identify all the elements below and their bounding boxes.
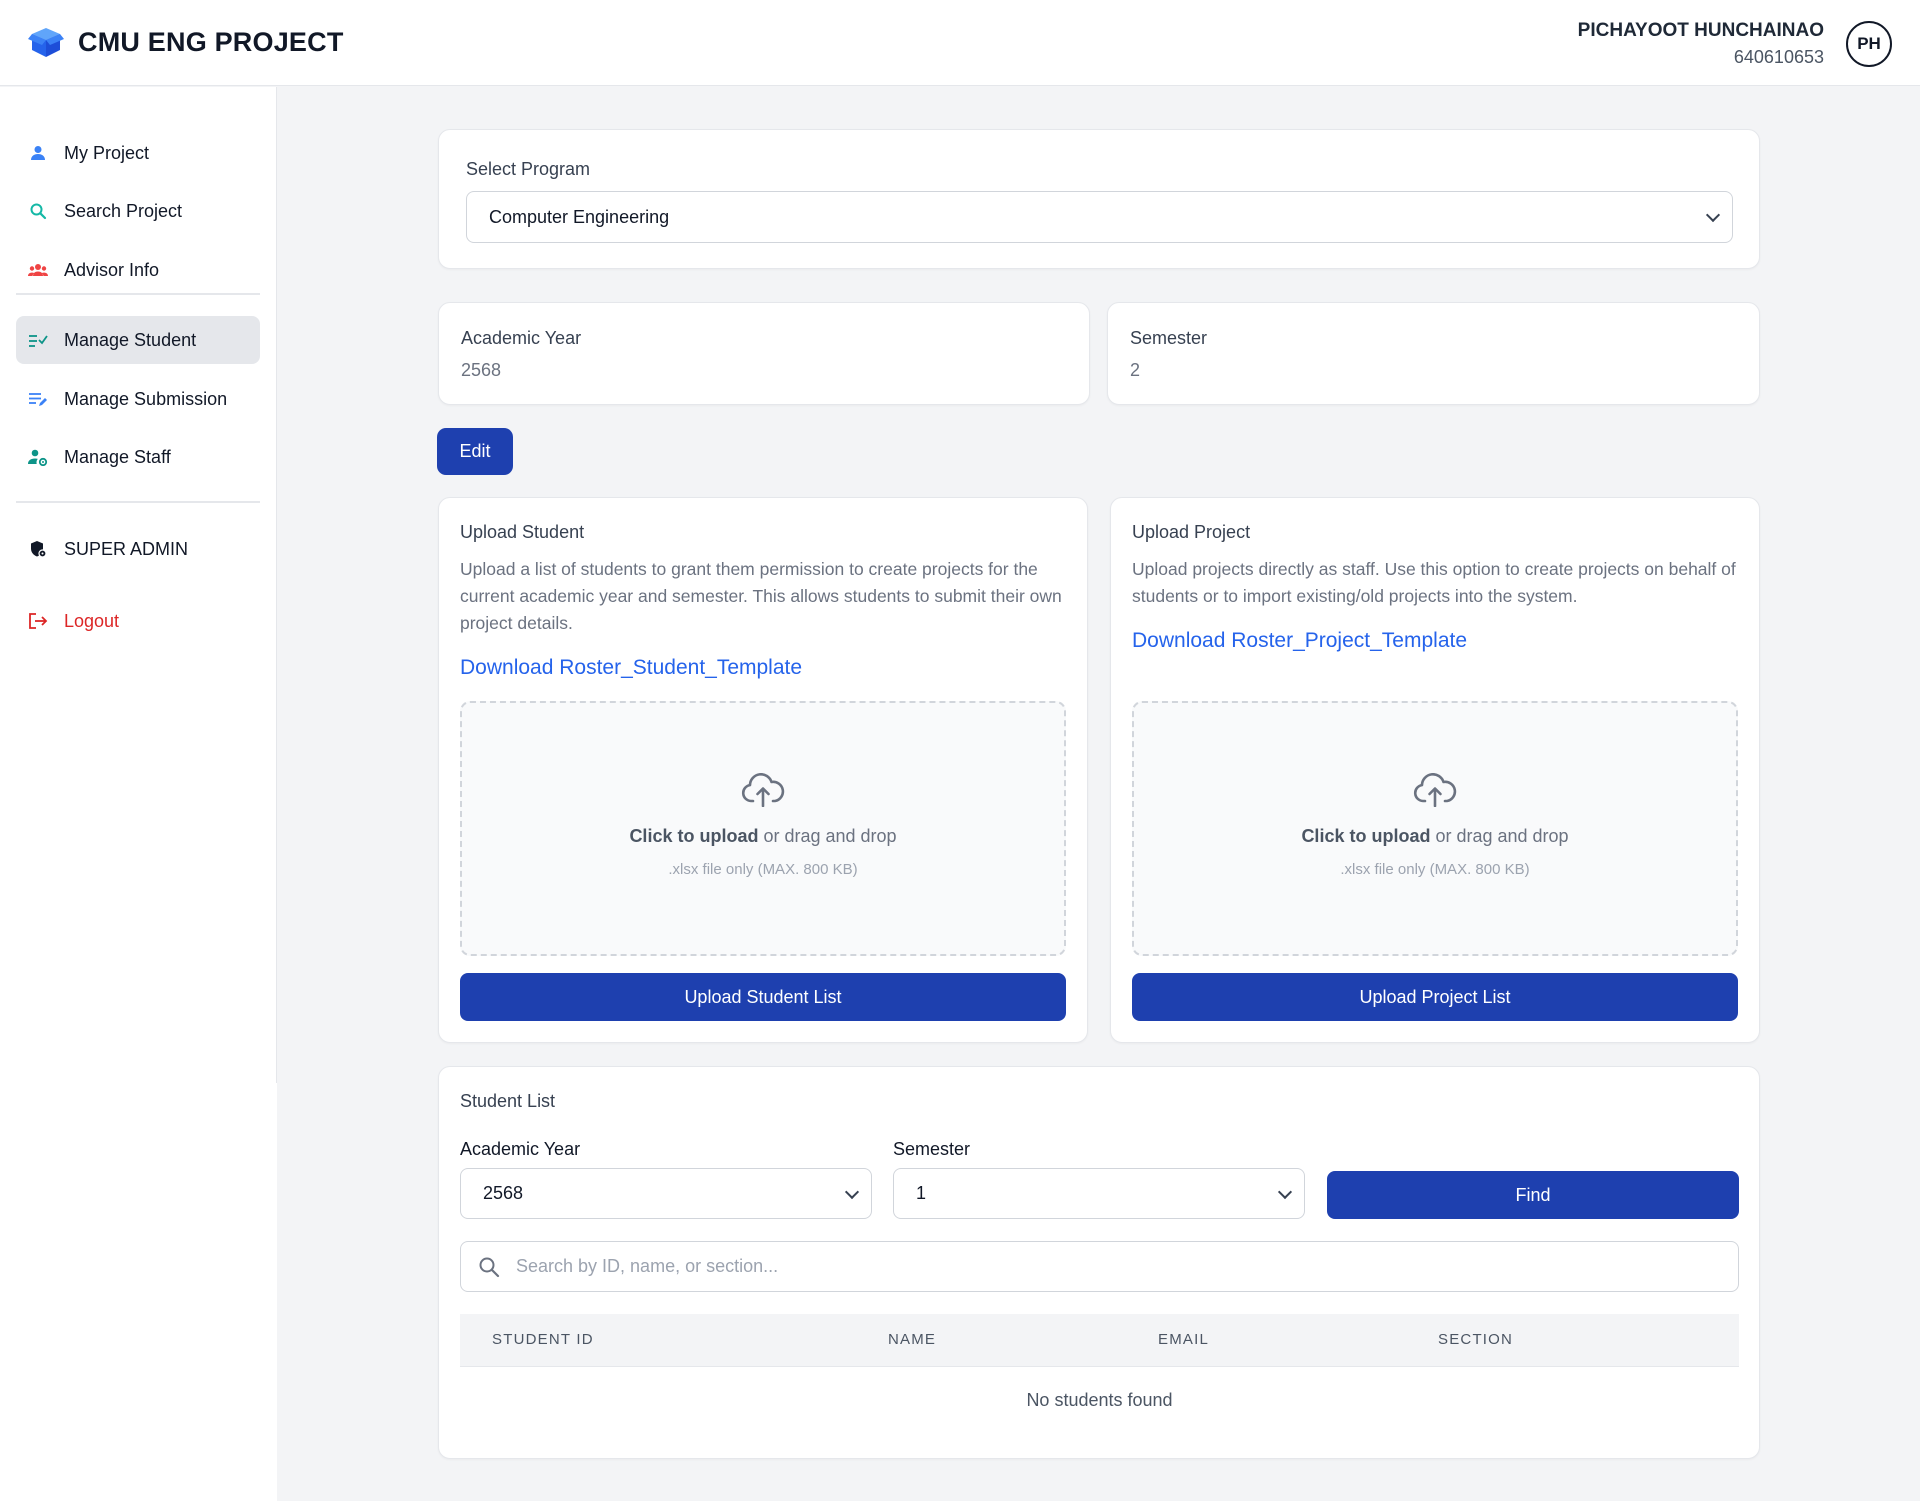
upload-project-card: Upload Project Upload projects directly …	[1110, 497, 1760, 1043]
dropzone-text: Click to upload or drag and drop	[1134, 826, 1736, 847]
sidebar-item-search-project[interactable]: Search Project	[16, 187, 260, 235]
sidebar-item-manage-submission[interactable]: Manage Submission	[16, 375, 260, 423]
sidebar-item-super-admin[interactable]: SUPER ADMIN	[16, 525, 260, 573]
edit-button[interactable]: Edit	[437, 428, 513, 475]
filter-year-select[interactable]: 2568	[460, 1168, 872, 1219]
column-header-section[interactable]: SECTION	[1438, 1331, 1513, 1348]
chevron-down-icon	[844, 1184, 860, 1199]
search-icon	[478, 1256, 500, 1278]
shield-icon	[28, 539, 48, 559]
table-header: STUDENT ID NAME EMAIL SECTION	[460, 1314, 1739, 1367]
download-student-template-link[interactable]: Download Roster_Student_Template	[460, 656, 802, 680]
sidebar-item-label: Advisor Info	[64, 259, 160, 280]
upload-student-list-button[interactable]: Upload Student List	[460, 973, 1066, 1021]
sidebar-item-logout[interactable]: Logout	[16, 597, 260, 645]
filter-semester-label: Semester	[893, 1139, 971, 1159]
user-icon	[28, 143, 48, 163]
program-label: Select Program	[466, 159, 591, 179]
academic-year-value: 2568	[461, 360, 502, 380]
box-logo-icon	[28, 24, 64, 60]
chevron-down-icon	[1277, 1184, 1293, 1199]
search-icon	[28, 201, 48, 221]
sidebar-footer	[0, 1083, 277, 1501]
dropzone-text: Click to upload or drag and drop	[462, 826, 1064, 847]
group-icon	[28, 260, 48, 280]
chevron-down-icon	[1705, 207, 1721, 223]
brand-title: CMU ENG PROJECT	[78, 26, 344, 57]
semester-label: Semester	[1130, 328, 1208, 348]
filter-year-value: 2568	[483, 1183, 524, 1203]
search-placeholder: Search by ID, name, or section...	[516, 1256, 779, 1276]
column-header-name[interactable]: NAME	[888, 1331, 936, 1348]
student-dropzone[interactable]: Click to upload or drag and drop .xlsx f…	[460, 701, 1066, 956]
student-list-title: Student List	[460, 1091, 556, 1111]
academic-year-card: Academic Year 2568	[438, 302, 1090, 405]
filter-year-label: Academic Year	[460, 1139, 581, 1159]
user-gear-icon	[28, 447, 48, 467]
find-button[interactable]: Find	[1327, 1171, 1739, 1219]
sidebar-divider	[16, 293, 260, 295]
sidebar-item-manage-staff[interactable]: Manage Staff	[16, 433, 260, 481]
click-to-upload-text: Click to upload	[1301, 826, 1431, 846]
sidebar-item-my-project[interactable]: My Project	[16, 129, 260, 177]
upload-project-title: Upload Project	[1132, 522, 1251, 542]
sidebar-item-label: Manage Student	[64, 329, 197, 350]
file-hint: .xlsx file only (MAX. 800 KB)	[668, 861, 858, 878]
column-header-student-id[interactable]: STUDENT ID	[492, 1331, 594, 1348]
upload-project-list-button[interactable]: Upload Project List	[1132, 973, 1738, 1021]
user-id: 640610653	[1733, 47, 1824, 67]
download-project-template-link[interactable]: Download Roster_Project_Template	[1132, 629, 1467, 653]
semester-card: Semester 2	[1107, 302, 1760, 405]
logout-icon	[28, 611, 48, 631]
checklist-icon	[28, 330, 48, 350]
avatar[interactable]: PH	[1846, 21, 1892, 67]
program-select[interactable]: Computer Engineering	[466, 191, 1733, 243]
top-header: CMU ENG PROJECT PICHAYOOT HUNCHAINAO 640…	[0, 0, 1920, 86]
sidebar-item-manage-student[interactable]: Manage Student	[16, 316, 260, 364]
sidebar-item-label: SUPER ADMIN	[64, 538, 189, 559]
click-to-upload-text: Click to upload	[629, 826, 759, 846]
brand[interactable]: CMU ENG PROJECT	[28, 24, 344, 60]
drag-drop-text: or drag and drop	[1430, 826, 1569, 846]
sidebar: My Project Search Project Advisor Info M…	[0, 87, 277, 1083]
program-select-value: Computer Engineering	[489, 206, 670, 227]
user-name: PICHAYOOT HUNCHAINAO	[1577, 20, 1824, 41]
edit-list-icon	[28, 389, 48, 409]
sidebar-item-label: Logout	[64, 610, 120, 631]
column-header-email[interactable]: EMAIL	[1158, 1331, 1209, 1348]
cloud-upload-icon	[741, 773, 785, 811]
student-list-card: Student List Academic Year 2568 Semester…	[438, 1066, 1760, 1459]
program-card: Select Program Computer Engineering	[438, 129, 1760, 269]
drag-drop-text: or drag and drop	[758, 826, 897, 846]
sidebar-item-label: Manage Submission	[64, 388, 228, 409]
upload-student-title: Upload Student	[460, 522, 585, 542]
upload-student-description: Upload a list of students to grant them …	[460, 559, 1062, 633]
sidebar-item-advisor-info[interactable]: Advisor Info	[16, 246, 260, 294]
upload-student-card: Upload Student Upload a list of students…	[438, 497, 1088, 1043]
file-hint: .xlsx file only (MAX. 800 KB)	[1340, 861, 1530, 878]
filter-semester-value: 1	[916, 1183, 927, 1203]
sidebar-item-label: My Project	[64, 142, 150, 163]
student-search-input[interactable]: Search by ID, name, or section...	[460, 1241, 1739, 1292]
upload-project-description: Upload projects directly as staff. Use t…	[1132, 559, 1736, 606]
academic-year-label: Academic Year	[461, 328, 582, 348]
semester-value: 2	[1130, 360, 1141, 380]
sidebar-item-label: Search Project	[64, 200, 183, 221]
cloud-upload-icon	[1413, 773, 1457, 811]
user-menu[interactable]: PICHAYOOT HUNCHAINAO 640610653 PH	[1578, 18, 1892, 70]
project-dropzone[interactable]: Click to upload or drag and drop .xlsx f…	[1132, 701, 1738, 956]
sidebar-divider	[16, 501, 260, 503]
filter-semester-select[interactable]: 1	[893, 1168, 1305, 1219]
empty-state: No students found	[1026, 1390, 1173, 1410]
sidebar-item-label: Manage Staff	[64, 446, 171, 467]
